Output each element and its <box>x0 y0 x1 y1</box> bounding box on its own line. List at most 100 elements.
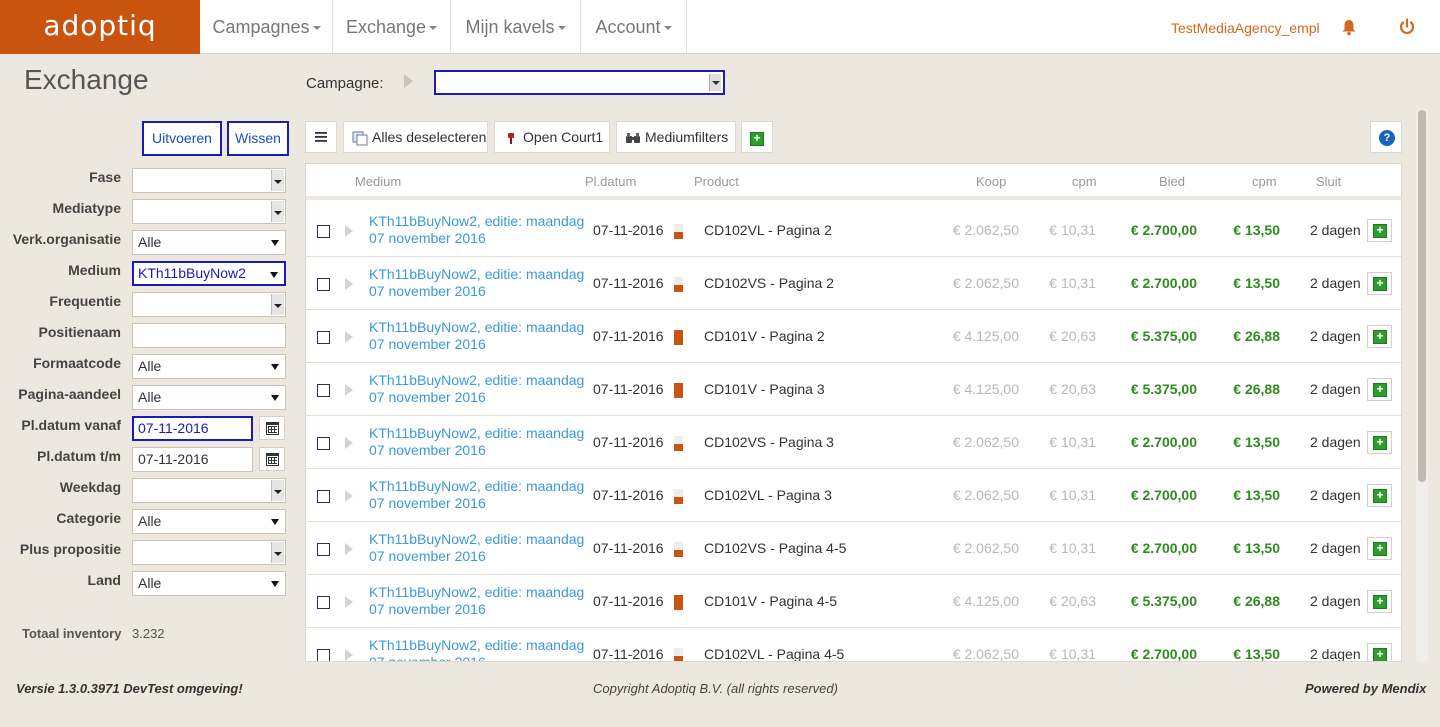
filter-field-pl-datum-vanaf[interactable]: 07-11-2016 <box>132 416 253 441</box>
column-header-koop[interactable]: Koop <box>976 174 1006 189</box>
expand-icon[interactable] <box>345 437 353 449</box>
filter-field-land[interactable]: Alle <box>132 571 286 596</box>
expand-icon[interactable] <box>345 225 353 237</box>
filter-field-frequentie[interactable] <box>132 292 286 317</box>
filter-field-verk-organisatie[interactable]: Alle <box>132 230 286 255</box>
row-checkbox[interactable] <box>317 543 330 556</box>
chevron-down-icon[interactable] <box>271 294 284 315</box>
brand-logo[interactable]: adoptiq <box>0 0 200 54</box>
filter-field-medium[interactable]: KTh11bBuyNow2 <box>132 261 286 286</box>
expand-icon[interactable] <box>345 596 353 608</box>
column-header-medium[interactable]: Medium <box>355 174 401 189</box>
power-icon[interactable] <box>1398 18 1416 36</box>
expand-icon[interactable] <box>345 384 353 396</box>
row-checkbox[interactable] <box>317 225 330 238</box>
medium-link[interactable]: KTh11bBuyNow2, editie: maandag 07 novemb… <box>369 319 589 353</box>
table-row[interactable]: KTh11bBuyNow2, editie: maandag 07 novemb… <box>306 416 1401 469</box>
table-row[interactable]: KTh11bBuyNow2, editie: maandag 07 novemb… <box>306 310 1401 363</box>
run-button[interactable]: Uitvoeren <box>142 121 222 156</box>
filter-field-weekdag[interactable] <box>132 478 286 503</box>
column-header-bied[interactable]: Bied <box>1159 174 1185 189</box>
bid-cpm: € 13,50 <box>1233 646 1280 662</box>
row-checkbox[interactable] <box>317 331 330 344</box>
filter-field-pl-datum-t-m[interactable]: 07-11-2016 <box>132 447 253 472</box>
expand-icon[interactable] <box>345 543 353 555</box>
page-share-fill <box>674 549 683 557</box>
add-to-cart-button[interactable]: + <box>1367 537 1392 560</box>
filter-label-mediatype: Mediatype <box>52 200 121 216</box>
medium-link[interactable]: KTh11bBuyNow2, editie: maandag 07 novemb… <box>369 372 589 406</box>
filter-field-categorie[interactable]: Alle <box>132 509 286 534</box>
add-to-cart-button[interactable]: + <box>1367 378 1392 401</box>
expand-icon[interactable] <box>345 331 353 343</box>
table-row[interactable]: KTh11bBuyNow2, editie: maandag 07 novemb… <box>306 363 1401 416</box>
chevron-down-icon[interactable] <box>271 542 284 563</box>
medium-link[interactable]: KTh11bBuyNow2, editie: maandag 07 novemb… <box>369 584 589 618</box>
column-header-sluit[interactable]: Sluit <box>1316 174 1341 189</box>
column-header-date[interactable]: Pl.datum <box>585 174 636 189</box>
user-link[interactable]: TestMediaAgency_empl <box>1171 0 1320 56</box>
medium-link[interactable]: KTh11bBuyNow2, editie: maandag 07 novemb… <box>369 531 589 565</box>
add-to-cart-button[interactable]: + <box>1367 590 1392 613</box>
scrollbar-thumb[interactable] <box>1418 110 1426 482</box>
table-row[interactable]: KTh11bBuyNow2, editie: maandag 07 novemb… <box>306 257 1401 310</box>
calendar-button[interactable] <box>259 447 285 471</box>
campaign-select[interactable] <box>434 70 725 95</box>
medium-link[interactable]: KTh11bBuyNow2, editie: maandag 07 novemb… <box>369 425 589 459</box>
deselect-all-button[interactable]: Alles deselecteren <box>343 121 488 153</box>
medium-link[interactable]: KTh11bBuyNow2, editie: maandag 07 novemb… <box>369 266 589 300</box>
nav-mijn-kavels[interactable]: Mijn kavels <box>451 0 581 54</box>
row-checkbox[interactable] <box>317 649 330 661</box>
row-checkbox[interactable] <box>317 384 330 397</box>
chevron-down-icon[interactable] <box>709 74 721 91</box>
chevron-down-icon[interactable] <box>271 201 284 222</box>
row-checkbox[interactable] <box>317 278 330 291</box>
table-row[interactable]: KTh11bBuyNow2, editie: maandag 07 novemb… <box>306 469 1401 522</box>
chevron-down-icon[interactable] <box>271 170 284 191</box>
filter-field-positienaam[interactable] <box>132 323 286 348</box>
calendar-button[interactable] <box>259 416 285 440</box>
add-to-cart-button[interactable]: + <box>1367 325 1392 348</box>
table-row[interactable]: KTh11bBuyNow2, editie: maandag 07 novemb… <box>306 204 1401 257</box>
nav-campagnes[interactable]: Campagnes <box>201 0 333 54</box>
filter-field-mediatype[interactable] <box>132 199 286 224</box>
table-row[interactable]: KTh11bBuyNow2, editie: maandag 07 novemb… <box>306 575 1401 628</box>
plus-icon: + <box>1373 595 1387 609</box>
table-row[interactable]: KTh11bBuyNow2, editie: maandag 07 novemb… <box>306 628 1401 662</box>
table-row[interactable]: KTh11bBuyNow2, editie: maandag 07 novemb… <box>306 522 1401 575</box>
help-button[interactable]: ? <box>1370 121 1402 153</box>
add-to-cart-button[interactable]: + <box>1367 219 1392 242</box>
add-button[interactable]: + <box>741 121 773 153</box>
expand-icon[interactable] <box>345 649 353 661</box>
filter-field-plus-propositie[interactable] <box>132 540 286 565</box>
filter-field-formaatcode[interactable]: Alle <box>132 354 286 379</box>
clear-button[interactable]: Wissen <box>227 121 289 156</box>
menu-button[interactable] <box>305 121 337 153</box>
nav-account[interactable]: Account <box>581 0 687 54</box>
row-checkbox[interactable] <box>317 596 330 609</box>
filter-field-fase[interactable] <box>132 168 286 193</box>
bell-icon[interactable] <box>1340 18 1358 36</box>
medium-link[interactable]: KTh11bBuyNow2, editie: maandag 07 novemb… <box>369 213 589 247</box>
column-header-cpm-koop[interactable]: cpm <box>1072 174 1097 189</box>
page-share-fill <box>674 496 683 504</box>
row-checkbox[interactable] <box>317 490 330 503</box>
column-header-product[interactable]: Product <box>694 174 739 189</box>
add-to-cart-button[interactable]: + <box>1367 484 1392 507</box>
column-header-cpm-bied[interactable]: cpm <box>1252 174 1277 189</box>
expand-icon[interactable] <box>345 278 353 290</box>
medium-link[interactable]: KTh11bBuyNow2, editie: maandag 07 novemb… <box>369 637 589 661</box>
mediumfilters-button[interactable]: Mediumfilters <box>616 121 736 153</box>
open-court-button[interactable]: Open Court1 <box>494 121 610 153</box>
filter-value: Alle <box>138 234 162 250</box>
nav-exchange[interactable]: Exchange <box>333 0 451 54</box>
chevron-down-icon[interactable] <box>271 480 284 501</box>
add-to-cart-button[interactable]: + <box>1367 431 1392 454</box>
gavel-icon <box>508 133 514 145</box>
filter-field-pagina-aandeel[interactable]: Alle <box>132 385 286 410</box>
add-to-cart-button[interactable]: + <box>1367 643 1392 661</box>
medium-link[interactable]: KTh11bBuyNow2, editie: maandag 07 novemb… <box>369 478 589 512</box>
expand-icon[interactable] <box>345 490 353 502</box>
row-checkbox[interactable] <box>317 437 330 450</box>
add-to-cart-button[interactable]: + <box>1367 272 1392 295</box>
